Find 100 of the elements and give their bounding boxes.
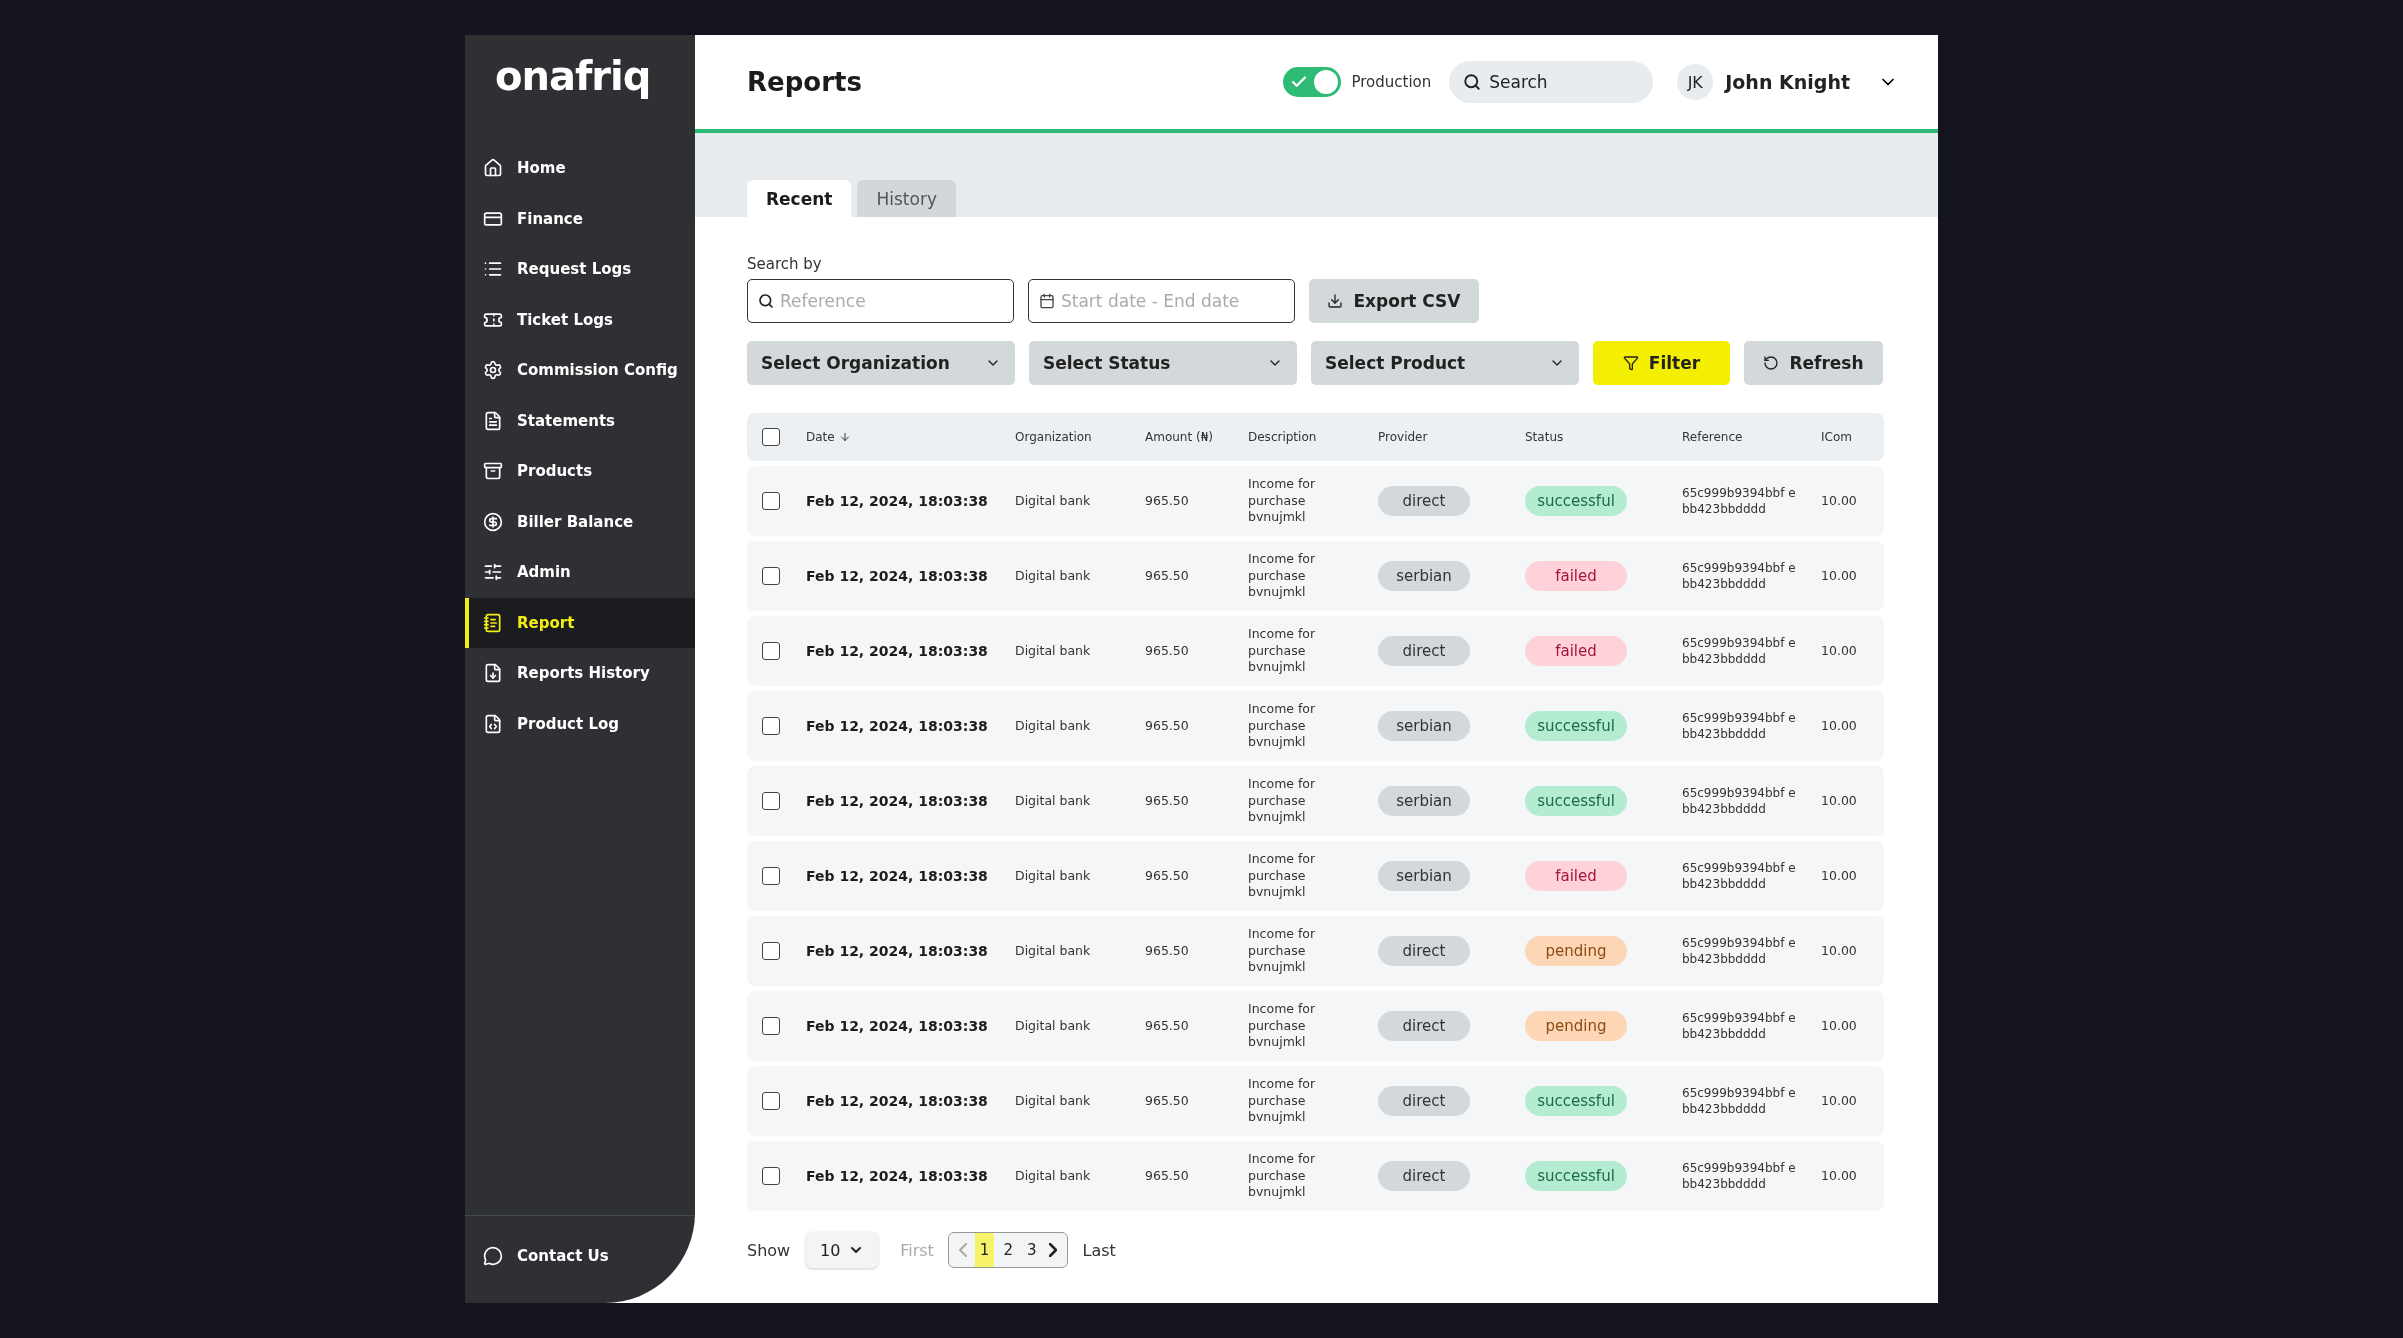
date-range-field[interactable]: Start date - End date (1028, 279, 1295, 323)
date-cell-text: Feb 12, 2024, 18:03:38 (806, 568, 989, 584)
refresh-button[interactable]: Refresh (1744, 341, 1883, 385)
description-cell-text: Income for purchase bvnujmkl (1248, 550, 1317, 602)
checkbox[interactable] (762, 717, 780, 735)
environment-toggle[interactable] (1283, 67, 1342, 97)
icom-cell-text: 10.00 (1821, 1017, 1858, 1035)
checkbox[interactable] (762, 867, 780, 885)
status-tag: successful (1525, 1161, 1627, 1191)
nav-item[interactable]: Ticket Logs (465, 294, 695, 345)
amount-cell-text: 965.50 (1145, 567, 1190, 585)
date-cell-text: Feb 12, 2024, 18:03:38 (806, 718, 989, 734)
export-csv-button[interactable]: Export CSV (1309, 279, 1479, 323)
icom-cell-text: 10.00 (1821, 867, 1858, 885)
nav-item[interactable]: Reports History (465, 648, 695, 699)
nav-label: Biller Balance (517, 512, 634, 531)
column-header: ICom (1821, 430, 1852, 444)
column-header: Status (1525, 430, 1564, 444)
nav-item[interactable]: Finance (465, 193, 695, 244)
provider-tag: direct (1378, 1086, 1470, 1116)
nav-label: Admin (517, 563, 571, 582)
sort-arrow-icon[interactable] (838, 431, 851, 443)
gear-icon (483, 360, 503, 381)
nav-item[interactable]: Biller Balance (465, 496, 695, 547)
status-tag: failed (1525, 636, 1627, 666)
nav-label: Commission Config (517, 361, 678, 380)
select-dropdown[interactable]: Select Status (1029, 341, 1297, 385)
amount-cell-text: 965.50 (1145, 792, 1190, 810)
nav-item[interactable]: Statements (465, 395, 695, 446)
select-dropdown[interactable]: Select Organization (747, 341, 1015, 385)
status-tag: successful (1525, 1086, 1627, 1116)
user-name: John Knight (1725, 71, 1850, 93)
organization-cell-text: Digital bank (1015, 792, 1092, 810)
date-cell-text: Feb 12, 2024, 18:03:38 (806, 793, 989, 809)
date-cell-text: Feb 12, 2024, 18:03:38 (806, 1093, 989, 1109)
amount-cell-text: 965.50 (1145, 1092, 1190, 1110)
user-avatar[interactable]: JK (1677, 64, 1714, 100)
checkbox[interactable] (762, 1167, 780, 1185)
checkbox[interactable] (762, 1092, 780, 1110)
description-cell-text: Income for purchase bvnujmkl (1248, 475, 1317, 527)
provider-tag: serbian (1378, 711, 1470, 741)
archive-box-icon (483, 461, 503, 482)
amount-cell-text: 965.50 (1145, 642, 1190, 660)
description-cell-text: Income for purchase bvnujmkl (1248, 1150, 1317, 1202)
chat-bubble-icon (483, 1245, 503, 1266)
contact-link[interactable]: Contact Us (465, 1215, 695, 1295)
nav-item[interactable]: Commission Config (465, 345, 695, 396)
organization-cell-text: Digital bank (1015, 642, 1092, 660)
nav-item[interactable]: Admin (465, 547, 695, 598)
reference-cell-text: 65c999b9394bbf ebb423bbdddd (1682, 1159, 1797, 1193)
document-download-icon (483, 663, 503, 684)
icom-cell-text: 10.00 (1821, 942, 1858, 960)
calendar-icon (1039, 293, 1055, 309)
reference-cell-text: 65c999b9394bbf ebb423bbdddd (1682, 634, 1797, 668)
page-size-select[interactable]: 10 (806, 1232, 879, 1268)
contact-label: Contact Us (517, 1246, 609, 1265)
tab[interactable]: Recent (747, 180, 852, 217)
page-number[interactable]: 3 (1021, 1233, 1042, 1267)
provider-tag: direct (1378, 636, 1470, 666)
description-cell-text: Income for purchase bvnujmkl (1248, 925, 1317, 977)
provider-tag: direct (1378, 936, 1470, 966)
reference-field[interactable]: Reference (747, 279, 1014, 323)
search-icon (1463, 73, 1482, 91)
icom-cell-text: 10.00 (1821, 492, 1858, 510)
provider-tag: serbian (1378, 561, 1470, 591)
checkbox[interactable] (762, 492, 780, 510)
tab[interactable]: History (857, 180, 956, 217)
page-number[interactable]: 1 (974, 1233, 995, 1267)
icom-cell-text: 10.00 (1821, 1167, 1858, 1185)
column-header: Description (1248, 430, 1317, 444)
nav-label: Reports History (517, 664, 650, 683)
checkbox[interactable] (762, 642, 780, 660)
amount-cell-text: 965.50 (1145, 942, 1190, 960)
column-header: Reference (1682, 430, 1743, 444)
checkbox[interactable] (762, 942, 780, 960)
icom-cell-text: 10.00 (1821, 642, 1858, 660)
nav-label: Finance (517, 209, 583, 228)
checkbox[interactable] (762, 567, 780, 585)
nav-item[interactable]: Product Log (465, 698, 695, 749)
nav-item[interactable]: Request Logs (465, 244, 695, 295)
page-number[interactable]: 2 (998, 1233, 1018, 1267)
provider-tag: serbian (1378, 861, 1470, 891)
nav-item[interactable]: Home (465, 143, 695, 194)
select-dropdown[interactable]: Select Product (1311, 341, 1579, 385)
chevron-right-icon (1049, 1243, 1058, 1257)
nav-item[interactable]: Report (465, 597, 695, 648)
description-cell-text: Income for purchase bvnujmkl (1248, 625, 1317, 677)
nav-label: Statements (517, 411, 616, 430)
checkbox[interactable] (762, 1017, 780, 1035)
nav-item[interactable]: Products (465, 446, 695, 497)
checkbox[interactable] (762, 428, 780, 446)
date-cell-text: Feb 12, 2024, 18:03:38 (806, 643, 989, 659)
checkbox[interactable] (762, 792, 780, 810)
reference-cell-text: 65c999b9394bbf ebb423bbdddd (1682, 1009, 1797, 1043)
search-field[interactable]: Search (1449, 61, 1654, 103)
date-cell-text: Feb 12, 2024, 18:03:38 (806, 868, 989, 884)
reference-cell-text: 65c999b9394bbf ebb423bbdddd (1682, 484, 1797, 518)
sliders-icon (483, 562, 503, 583)
last-page-link[interactable]: Last (1082, 1240, 1116, 1260)
filter-button[interactable]: Filter (1593, 341, 1730, 385)
